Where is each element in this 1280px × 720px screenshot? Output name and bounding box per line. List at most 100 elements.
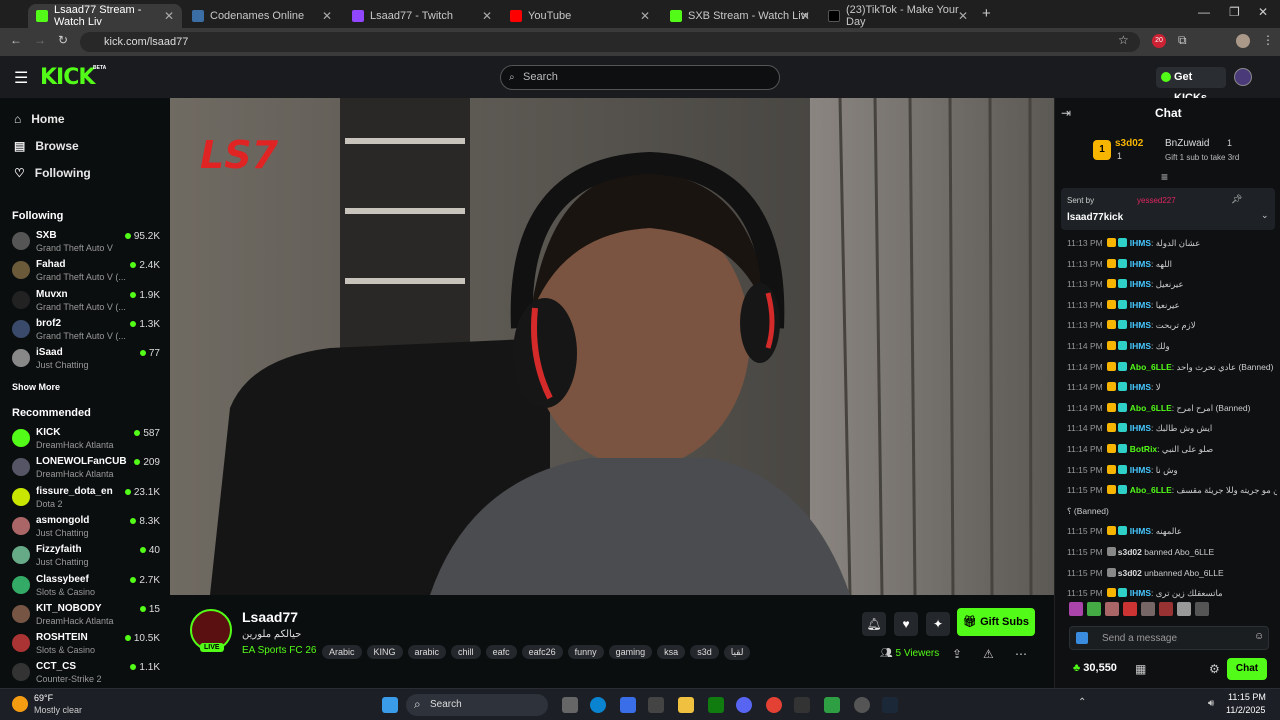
close-tab-icon[interactable]: ✕: [640, 9, 650, 23]
emote-icon[interactable]: [1195, 602, 1209, 616]
message-user[interactable]: IHMS: [1130, 259, 1151, 269]
message-user[interactable]: Abo_6LLE: [1130, 362, 1172, 372]
chat-send-button[interactable]: Chat: [1227, 658, 1267, 680]
message-user[interactable]: IHMS: [1130, 526, 1151, 536]
message-user[interactable]: BotRix: [1130, 444, 1157, 454]
channel-item[interactable]: KIT_NOBODY DreamHack Atlanta 15: [8, 601, 164, 629]
close-tab-icon[interactable]: ✕: [800, 9, 810, 23]
pinned-message[interactable]: Sent by yessed227 lsaad77kick 📌︎ ⌄: [1061, 188, 1275, 230]
extension-badge[interactable]: 20: [1152, 34, 1166, 48]
volume-icon[interactable]: 🔊︎: [1208, 698, 1214, 709]
notification-bell-icon[interactable]: 🔔︎: [862, 612, 886, 636]
reload-icon[interactable]: ↻: [58, 33, 68, 47]
tag-chip[interactable]: chill: [451, 645, 481, 659]
search-input[interactable]: ⌕ Search: [500, 65, 780, 90]
app-icon[interactable]: [824, 697, 840, 713]
pin-icon[interactable]: 📌︎: [1231, 194, 1242, 205]
message-user[interactable]: Abo_6LLE: [1130, 485, 1172, 495]
channel-item[interactable]: Fahad Grand Theft Auto V (... 2.4K: [8, 257, 164, 285]
collapse-chat-icon[interactable]: ⇥: [1061, 106, 1071, 120]
copilot-icon[interactable]: [620, 697, 636, 713]
gift-subs-button[interactable]: 🎁︎ Gift Subs: [957, 608, 1035, 636]
xbox-icon[interactable]: [708, 697, 724, 713]
emote-icon[interactable]: [1177, 602, 1191, 616]
channel-item[interactable]: Muvxn Grand Theft Auto V (... 1.9K: [8, 287, 164, 315]
file-explorer-icon[interactable]: [678, 697, 694, 713]
channel-item[interactable]: asmongold Just Chatting 8.3K: [8, 513, 164, 541]
second-gifter-name[interactable]: BnZuwaid: [1165, 138, 1209, 149]
tab-codenames[interactable]: Codenames Online ✕: [184, 4, 340, 28]
emoji-icon[interactable]: ☺: [1254, 631, 1264, 642]
hamburger-menu-icon[interactable]: ☰: [14, 68, 28, 88]
clock-date[interactable]: 11/2/2025: [1226, 705, 1265, 715]
extensions-icon[interactable]: ⧉: [1178, 33, 1187, 48]
sparkle-icon[interactable]: ✦: [926, 612, 950, 636]
get-kicks-button[interactable]: Get KICKs: [1156, 67, 1226, 104]
emote-icon[interactable]: [1069, 602, 1083, 616]
tag-chip[interactable]: لقيا: [723, 645, 751, 660]
message-user[interactable]: IHMS: [1130, 341, 1151, 351]
forward-icon[interactable]: →: [34, 33, 46, 47]
tag-chip[interactable]: KING: [366, 645, 403, 659]
edge-icon[interactable]: [590, 697, 606, 713]
tag-chip[interactable]: eafc26: [521, 645, 563, 659]
message-user[interactable]: IHMS: [1130, 382, 1151, 392]
tab-lsaad77-kick[interactable]: Lsaad77 Stream - Watch Liv ✕: [28, 4, 182, 28]
channel-item[interactable]: SXB Grand Theft Auto V 95.2K: [8, 228, 164, 256]
app-icon[interactable]: [794, 697, 810, 713]
message-user[interactable]: IHMS: [1130, 465, 1151, 475]
nav-home[interactable]: ⌂ Home: [14, 112, 65, 126]
chat-input[interactable]: Send a message ☺: [1069, 626, 1269, 650]
share-icon[interactable]: ⇪: [952, 647, 962, 661]
nav-following[interactable]: ♡ Following: [14, 166, 91, 180]
new-tab-icon[interactable]: +: [982, 5, 991, 22]
message-user[interactable]: IHMS: [1130, 238, 1151, 248]
channel-item[interactable]: Classybeef Slots & Casino 2.7K: [8, 572, 164, 600]
tag-chip[interactable]: arabic: [407, 645, 447, 659]
expand-leaderboard-icon[interactable]: ≡: [1161, 170, 1168, 184]
nav-browse[interactable]: ▤ Browse: [14, 139, 79, 153]
tray-chevron-icon[interactable]: ⌃: [1078, 697, 1086, 708]
menu-dots-icon[interactable]: ⋮: [1262, 33, 1274, 47]
top-gifter-name[interactable]: s3d02: [1115, 138, 1143, 149]
more-options-icon[interactable]: ⋯: [1015, 647, 1027, 661]
channel-item[interactable]: iSaad Just Chatting 77: [8, 345, 164, 373]
report-icon[interactable]: ⚠: [983, 647, 994, 661]
tab-tiktok[interactable]: (23)TikTok - Make Your Day ✕: [820, 4, 976, 28]
message-user[interactable]: Abo_6LLE: [1130, 403, 1172, 413]
store-icon[interactable]: [648, 697, 664, 713]
settings-gear-icon[interactable]: ⚙: [1209, 662, 1220, 676]
close-tab-icon[interactable]: ✕: [322, 9, 332, 23]
chrome-icon[interactable]: [766, 697, 782, 713]
tag-chip[interactable]: gaming: [608, 645, 653, 659]
video-player[interactable]: LS7: [170, 98, 1054, 595]
emote-icon[interactable]: [1087, 602, 1101, 616]
clock-time[interactable]: 11:15 PM: [1228, 692, 1266, 702]
discord-icon[interactable]: [736, 697, 752, 713]
streamer-name[interactable]: Lsaad77: [242, 609, 298, 625]
show-more-link[interactable]: Show More: [12, 382, 60, 392]
channel-points[interactable]: ♣ 30,550: [1073, 662, 1117, 674]
message-user[interactable]: s3d02: [1118, 568, 1142, 578]
tag-chip[interactable]: ksa: [657, 645, 686, 659]
channel-item[interactable]: brof2 Grand Theft Auto V (... 1.3K: [8, 316, 164, 344]
tag-chip[interactable]: funny: [567, 645, 604, 659]
message-user[interactable]: IHMS: [1130, 300, 1151, 310]
message-user[interactable]: IHMS: [1130, 588, 1151, 598]
tab-twitch[interactable]: Lsaad77 - Twitch ✕: [344, 4, 500, 28]
channel-item[interactable]: CCT_CS Counter-Strike 2 1.1K: [8, 659, 164, 687]
windows-start-icon[interactable]: [382, 697, 398, 713]
chat-identity-icon[interactable]: [1076, 632, 1088, 644]
emote-icon[interactable]: [1123, 602, 1137, 616]
tag-chip[interactable]: Arabic: [322, 645, 362, 659]
calendar-icon[interactable]: ▦: [1135, 662, 1146, 676]
close-tab-icon[interactable]: ✕: [958, 9, 968, 23]
emote-icon[interactable]: [1159, 602, 1173, 616]
emote-icon[interactable]: [1141, 602, 1155, 616]
tag-chip[interactable]: s3d: [690, 645, 719, 659]
maximize-icon[interactable]: ❐: [1229, 5, 1240, 19]
bookmark-star-icon[interactable]: ☆: [1118, 33, 1129, 47]
message-user[interactable]: IHMS: [1130, 423, 1151, 433]
channel-item[interactable]: ROSHTEIN Slots & Casino 10.5K: [8, 630, 164, 658]
back-icon[interactable]: ←: [10, 33, 22, 47]
